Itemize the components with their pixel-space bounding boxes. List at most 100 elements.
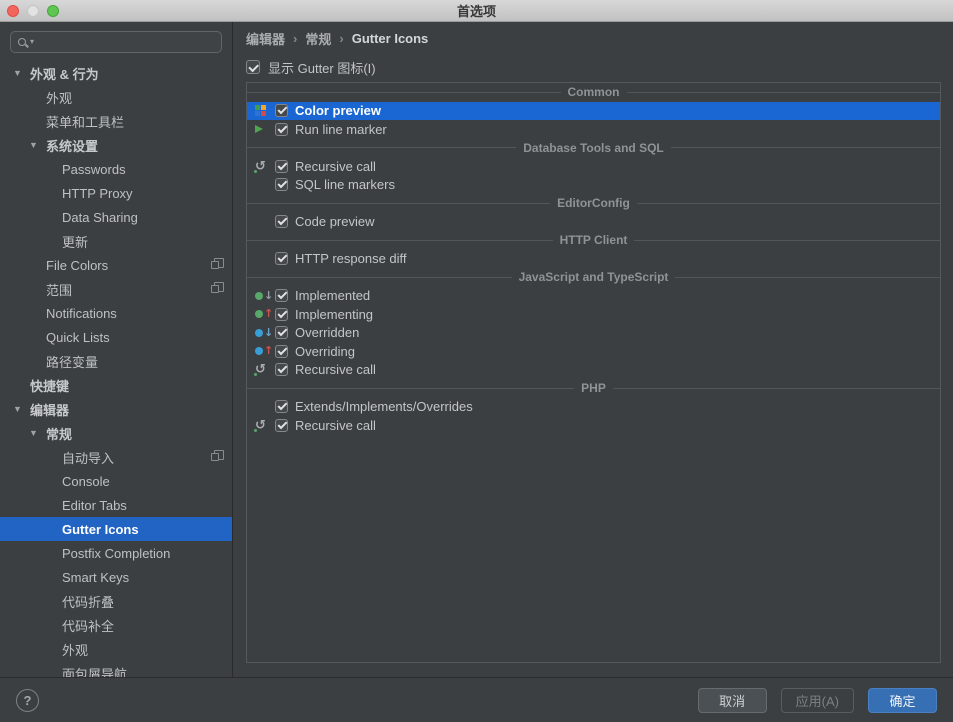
recursive-call-js-icon: ↺ bbox=[255, 362, 275, 378]
gutter-row-implementing[interactable]: ↑ Implementing bbox=[247, 305, 940, 324]
group-header-database-tools-and-sql: Database Tools and SQL bbox=[247, 139, 940, 158]
gutter-row-recursive-call-php[interactable]: ↺Recursive call bbox=[247, 416, 940, 435]
implemented-arrow-icon: ↓ bbox=[264, 291, 273, 301]
sidebar-item-editor[interactable]: ▼编辑器 bbox=[0, 397, 232, 421]
recursive-call-php-checkbox[interactable] bbox=[275, 419, 288, 432]
gutter-row-extends-implements-overrides[interactable]: Extends/Implements/Overrides bbox=[247, 398, 940, 417]
color-grid-icon bbox=[255, 105, 266, 116]
sidebar-item-scopes[interactable]: 范围 bbox=[0, 277, 232, 301]
settings-tree: ▼外观 & 行为外观菜单和工具栏▼系统设置PasswordsHTTP Proxy… bbox=[0, 59, 232, 677]
gutter-row-run-line-marker[interactable]: Run line marker bbox=[247, 120, 940, 139]
search-options-caret-icon[interactable]: ▾ bbox=[30, 38, 34, 46]
sidebar-item-label: 外观 bbox=[62, 640, 88, 659]
gutter-row-code-preview[interactable]: Code preview bbox=[247, 213, 940, 232]
breadcrumb-part-0[interactable]: 编辑器 bbox=[246, 29, 285, 48]
color-cell bbox=[255, 105, 260, 110]
sidebar-item-file-colors[interactable]: File Colors bbox=[0, 253, 232, 277]
ok-button[interactable]: 确定 bbox=[868, 688, 937, 713]
sidebar-item-code-folding[interactable]: 代码折叠 bbox=[0, 589, 232, 613]
group-header-editorconfig: EditorConfig bbox=[247, 194, 940, 213]
sidebar-item-notifications[interactable]: Notifications bbox=[0, 301, 232, 325]
help-icon: ? bbox=[24, 693, 32, 708]
http-response-diff-checkbox[interactable] bbox=[275, 252, 288, 265]
gutter-row-label: Implementing bbox=[295, 307, 373, 322]
implementing-checkbox[interactable] bbox=[275, 308, 288, 321]
gutter-row-sql-line-markers[interactable]: SQL line markers bbox=[247, 176, 940, 195]
sidebar-item-quick-lists[interactable]: Quick Lists bbox=[0, 325, 232, 349]
gutter-row-label: Recursive call bbox=[295, 418, 376, 433]
minimize-button[interactable] bbox=[27, 5, 39, 17]
implemented-icon: ↓ bbox=[255, 288, 275, 304]
run-icon bbox=[255, 125, 263, 133]
help-button[interactable]: ? bbox=[16, 689, 39, 712]
sidebar-item-updates[interactable]: 更新 bbox=[0, 229, 232, 253]
gutter-row-label: Extends/Implements/Overrides bbox=[295, 399, 473, 414]
tree-expand-icon[interactable]: ▼ bbox=[29, 141, 46, 150]
gutter-row-recursive-call-db[interactable]: ↺Recursive call bbox=[247, 157, 940, 176]
icon-placeholder bbox=[255, 214, 275, 230]
code-preview-checkbox[interactable] bbox=[275, 215, 288, 228]
gutter-row-overridden[interactable]: ↓Overridden bbox=[247, 324, 940, 343]
implemented-checkbox[interactable] bbox=[275, 289, 288, 302]
sidebar-item-passwords[interactable]: Passwords bbox=[0, 157, 232, 181]
sidebar-item-editor-appearance[interactable]: 外观 bbox=[0, 637, 232, 661]
sidebar-item-label: Smart Keys bbox=[62, 570, 129, 585]
sidebar-item-console[interactable]: Console bbox=[0, 469, 232, 493]
gutter-row-color-preview[interactable]: Color preview bbox=[247, 102, 940, 121]
gutter-row-recursive-call-js[interactable]: ↺ Recursive call bbox=[247, 361, 940, 380]
recursive-arrow-icon: ↺ bbox=[255, 160, 266, 173]
sql-line-markers-checkbox[interactable] bbox=[275, 178, 288, 191]
color-preview-checkbox[interactable] bbox=[275, 104, 288, 117]
apply-button[interactable]: 应用(A) bbox=[781, 688, 854, 713]
sidebar-item-keymap[interactable]: 快捷键 bbox=[0, 373, 232, 397]
sidebar-item-path-variables[interactable]: 路径变量 bbox=[0, 349, 232, 373]
tree-expand-icon[interactable]: ▼ bbox=[13, 69, 30, 78]
sidebar-item-label: 代码折叠 bbox=[62, 592, 114, 611]
gutter-row-implemented[interactable]: ↓ Implemented bbox=[247, 287, 940, 306]
tree-expand-icon[interactable]: ▼ bbox=[29, 429, 46, 438]
recursive-call-js-checkbox[interactable] bbox=[275, 363, 288, 376]
gutter-row-label: Implemented bbox=[295, 288, 370, 303]
run-line-marker-checkbox[interactable] bbox=[275, 123, 288, 136]
sidebar-item-general[interactable]: ▼常规 bbox=[0, 421, 232, 445]
sidebar-item-smart-keys[interactable]: Smart Keys bbox=[0, 565, 232, 589]
sidebar-item-appearance-behavior[interactable]: ▼外观 & 行为 bbox=[0, 61, 232, 85]
zoom-button[interactable] bbox=[47, 5, 59, 17]
cancel-button[interactable]: 取消 bbox=[698, 688, 767, 713]
show-gutter-icons-label: 显示 Gutter 图标(I) bbox=[268, 58, 376, 77]
group-header-common: Common bbox=[247, 83, 940, 102]
recursive-call-db-checkbox[interactable] bbox=[275, 160, 288, 173]
sidebar-item-label: Passwords bbox=[62, 162, 126, 177]
show-gutter-icons-option[interactable]: 显示 Gutter 图标(I) bbox=[246, 57, 941, 77]
overridden-disk-icon bbox=[255, 329, 263, 337]
extends-implements-overrides-checkbox[interactable] bbox=[275, 400, 288, 413]
tree-expand-icon[interactable]: ▼ bbox=[13, 405, 30, 414]
sidebar-item-editor-tabs[interactable]: Editor Tabs bbox=[0, 493, 232, 517]
group-header-php: PHP bbox=[247, 379, 940, 398]
overriding-checkbox[interactable] bbox=[275, 345, 288, 358]
gutter-row-label: Overridden bbox=[295, 325, 359, 340]
sidebar-item-breadcrumbs[interactable]: 面包屑导航 bbox=[0, 661, 232, 677]
close-button[interactable] bbox=[7, 5, 19, 17]
gutter-row-label: Color preview bbox=[295, 103, 381, 118]
icon-placeholder bbox=[255, 251, 275, 267]
implementing-arrow-icon: ↑ bbox=[264, 309, 273, 319]
dialog-footer: ? 取消 应用(A) 确定 bbox=[0, 677, 953, 722]
show-gutter-icons-checkbox[interactable] bbox=[246, 60, 260, 74]
recursive-arrow-icon: ↺ bbox=[255, 363, 266, 376]
sidebar-item-auto-import[interactable]: 自动导入 bbox=[0, 445, 232, 469]
sidebar-item-data-sharing[interactable]: Data Sharing bbox=[0, 205, 232, 229]
gutter-row-label: Recursive call bbox=[295, 362, 376, 377]
gutter-row-overriding[interactable]: ↑Overriding bbox=[247, 342, 940, 361]
sidebar-item-code-completion[interactable]: 代码补全 bbox=[0, 613, 232, 637]
overridden-checkbox[interactable] bbox=[275, 326, 288, 339]
sidebar-item-system-settings[interactable]: ▼系统设置 bbox=[0, 133, 232, 157]
sidebar-item-http-proxy[interactable]: HTTP Proxy bbox=[0, 181, 232, 205]
sidebar-item-gutter-icons[interactable]: Gutter Icons bbox=[0, 517, 232, 541]
search-input[interactable]: ▾ bbox=[10, 31, 222, 53]
sidebar-item-appearance[interactable]: 外观 bbox=[0, 85, 232, 109]
gutter-row-http-response-diff[interactable]: HTTP response diff bbox=[247, 250, 940, 269]
sidebar-item-postfix-completion[interactable]: Postfix Completion bbox=[0, 541, 232, 565]
sidebar-item-menus-toolbars[interactable]: 菜单和工具栏 bbox=[0, 109, 232, 133]
breadcrumb-part-1[interactable]: 常规 bbox=[305, 29, 331, 48]
